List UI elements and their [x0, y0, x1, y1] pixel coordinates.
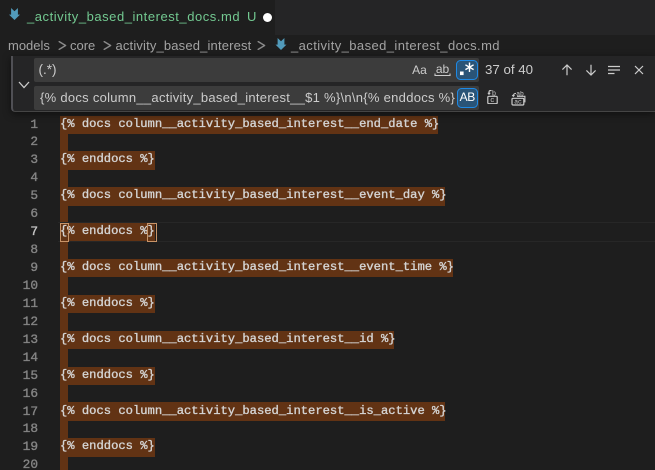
svg-text:ab: ab — [436, 62, 450, 76]
svg-text:ac: ac — [514, 99, 522, 106]
svg-text:c: c — [490, 97, 494, 104]
